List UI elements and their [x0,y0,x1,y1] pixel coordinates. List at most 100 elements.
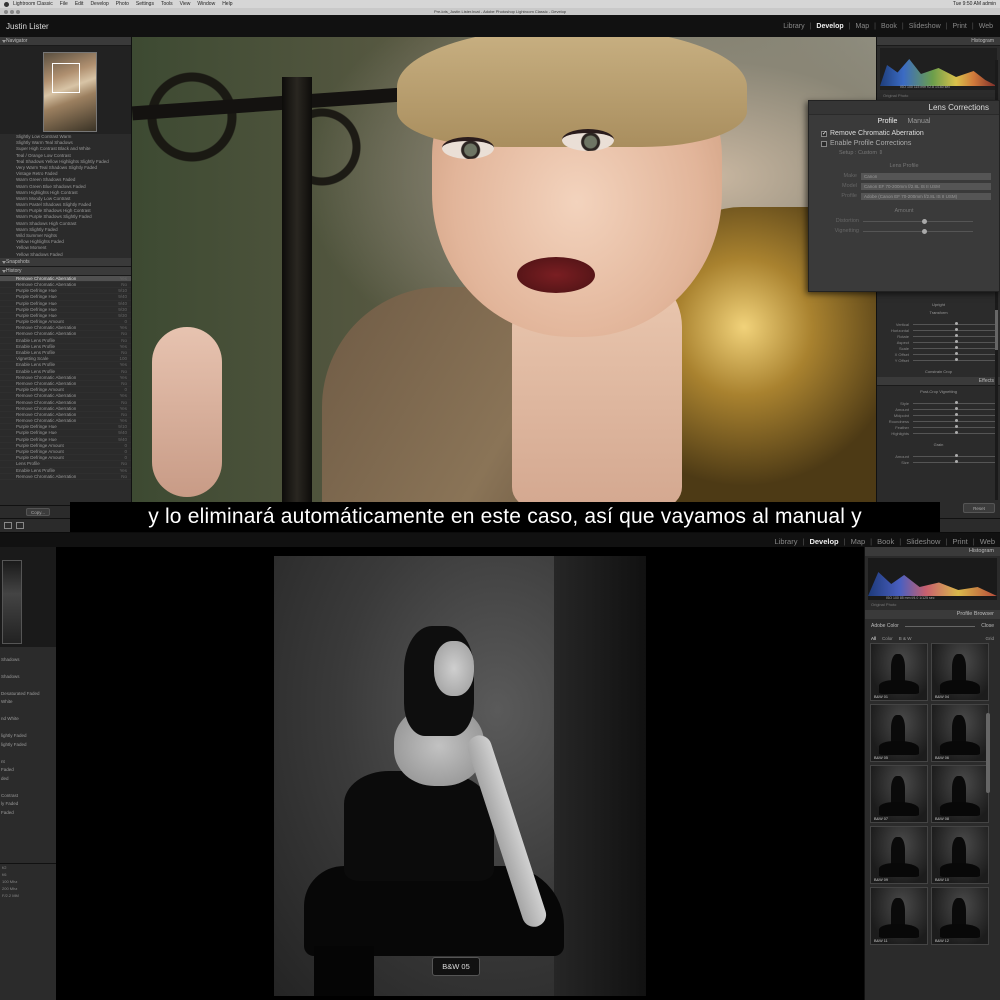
zoom-dot-icon[interactable] [16,9,20,14]
slider-track[interactable] [913,431,996,434]
slider-track[interactable] [913,407,996,410]
lens-field-select[interactable]: Adobe (Canon EF 70-200mm f/2.8L IS II US… [861,192,991,200]
module-slideshow[interactable]: Slideshow [905,537,941,546]
bottom-preset-item[interactable]: Contrast [0,792,56,801]
profile-tab[interactable]: Color [882,636,893,641]
slider-track[interactable] [913,328,996,331]
loupe-view-icon[interactable] [16,522,24,529]
bottom-histogram-header[interactable]: Histogram [865,547,1000,556]
navigator-header[interactable]: Navigator [0,37,131,46]
bottom-preset-item[interactable]: nd White [0,715,56,724]
lens-tab-manual[interactable]: Manual [907,118,930,125]
bottom-scrollbar[interactable] [986,713,990,793]
profile-tab[interactable]: B & W [899,636,912,641]
slider-track[interactable] [913,340,996,343]
grid-view-toggle[interactable]: Grid [985,636,994,641]
module-develop[interactable]: Develop [808,537,839,546]
bottom-histogram[interactable]: ISO 100 85 mm f/4.0 1/125 sec [868,558,997,600]
bottom-preset-item[interactable] [0,707,56,716]
profile-thumbnail[interactable]: B&W 11 [870,887,928,945]
bottom-preset-item[interactable]: Shadows [0,656,56,665]
profile-thumbnail[interactable]: B&W 10 [931,826,989,884]
module-develop[interactable]: Develop [815,23,844,30]
module-map[interactable]: Map [854,23,870,30]
bottom-preset-item[interactable] [0,681,56,690]
bottom-original-photo[interactable]: Original Photo [865,602,1000,608]
bottom-preset-item[interactable] [0,664,56,673]
original-photo-toggle[interactable]: Original Photo [877,92,1000,99]
bottom-preset-item[interactable] [0,724,56,733]
bottom-preset-item[interactable] [0,749,56,758]
lens-slider-track[interactable] [863,228,973,234]
profile-thumbnail[interactable]: B&W 06 [931,704,989,762]
bottom-preset-item[interactable]: lightly Faded [0,732,56,741]
mac-menu-item[interactable]: Tools [161,1,173,7]
bottom-preset-item[interactable]: lightly Faded [0,741,56,750]
mac-menu-item[interactable]: Edit [75,1,84,7]
mac-menu-item[interactable]: Photo [116,1,129,7]
slider-track[interactable] [913,334,996,337]
lens-tab-profile[interactable]: Profile [878,118,898,125]
module-print[interactable]: Print [951,23,967,30]
bottom-preset-item[interactable]: nt [0,758,56,767]
lens-field-select[interactable]: Canon EF 70-200mm f/2.8L IS II USM [861,182,991,190]
copy-button[interactable]: Copy... [26,508,50,516]
slider-track[interactable] [913,401,996,404]
bottom-preset-item[interactable]: ly Faded [0,800,56,809]
mac-menu-item[interactable]: View [180,1,191,7]
bottom-preset-item[interactable]: Shadows [0,673,56,682]
module-book[interactable]: Book [876,537,895,546]
navigator-zoom-box[interactable] [52,63,80,93]
snapshots-header[interactable]: Snapshots [0,257,131,267]
bottom-preset-item[interactable] [0,783,56,792]
profile-browser-header[interactable]: Profile Browser [865,610,1000,619]
bottom-preset-item[interactable]: White [0,698,56,707]
lens-slider-track[interactable] [863,218,973,224]
slider-track[interactable] [913,352,996,355]
module-library[interactable]: Library [774,537,799,546]
checkmark-icon[interactable]: ✓ [821,131,827,137]
profile-thumbnail[interactable]: B&W 04 [931,643,989,701]
mac-menu-item[interactable]: File [60,1,68,7]
slider-track[interactable] [913,322,996,325]
history-header[interactable]: History [0,266,131,276]
profile-thumbnail[interactable]: B&W 07 [870,765,928,823]
profile-name[interactable]: Adobe Color [871,623,899,629]
bottom-preset-item[interactable] [0,647,56,656]
slider-track[interactable] [913,425,996,428]
mac-menu-item[interactable]: Lightroom Classic [13,1,53,7]
module-print[interactable]: Print [951,537,968,546]
slider-track[interactable] [913,358,996,361]
profile-amount-slider[interactable] [904,625,976,627]
lens-field-select[interactable]: Canon [861,172,991,180]
slider-track[interactable] [913,454,996,457]
slider-track[interactable] [913,346,996,349]
apple-icon[interactable] [4,1,9,7]
histogram-header[interactable]: Histogram [877,37,1000,46]
bottom-preset-item[interactable]: Faded [0,809,56,818]
constrain-crop[interactable]: Constrain Crop [877,369,1000,374]
slider-knob[interactable] [921,218,927,224]
slider-track[interactable] [913,460,996,463]
lens-corrections-title[interactable]: Lens Corrections [809,101,999,115]
bottom-preset-item[interactable]: ded [0,775,56,784]
close-button[interactable]: Close [981,623,994,629]
reset-button[interactable]: Reset [963,503,995,513]
profile-thumbnail[interactable]: B&W 12 [931,887,989,945]
profile-thumbnail[interactable]: B&W 05 [870,704,928,762]
profile-thumbnail[interactable]: B&W 09 [870,826,928,884]
window-controls[interactable] [4,9,20,14]
scroll-thumb[interactable] [995,310,998,350]
mac-menu-item[interactable]: Window [197,1,215,7]
main-photo[interactable] [132,37,876,502]
minimize-dot-icon[interactable] [10,9,14,14]
profile-thumbnail[interactable]: B&W 08 [931,765,989,823]
bottom-preset-item[interactable]: Faded [0,766,56,775]
module-web[interactable]: Web [978,23,994,30]
bw-photo[interactable] [274,556,646,996]
slider-track[interactable] [913,419,996,422]
enable-profile-checkbox[interactable]: Enable Profile Corrections [809,139,999,149]
navigator-thumbnail[interactable] [43,52,97,132]
module-web[interactable]: Web [979,537,996,546]
module-map[interactable]: Map [850,537,867,546]
